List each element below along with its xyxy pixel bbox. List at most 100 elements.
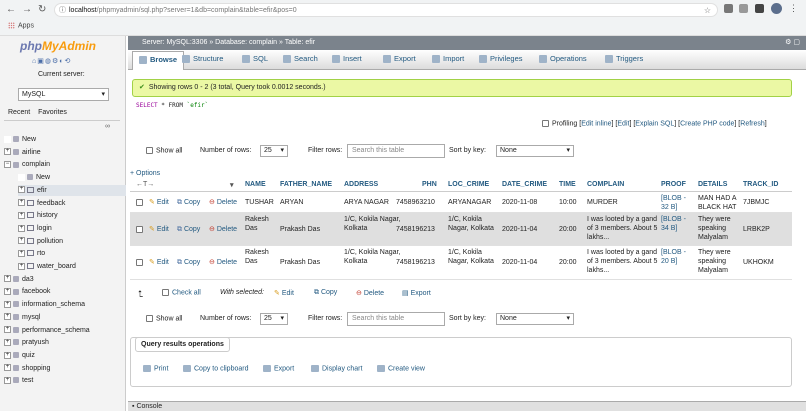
show-all-checkbox[interactable] xyxy=(146,147,153,154)
tab-browse[interactable]: Browse xyxy=(132,51,185,70)
tab-insert[interactable]: Insert xyxy=(332,54,362,64)
forward-icon[interactable]: → xyxy=(22,4,32,15)
filter-rows-input[interactable]: Search this table xyxy=(347,144,445,158)
sidebar-quick-icons[interactable]: ⌂▣◍⚙◐⟲ xyxy=(32,57,71,65)
row-edit-button[interactable]: ✎ Edit xyxy=(149,225,169,234)
col-header-date-crime[interactable]: DATE_CRIME xyxy=(502,181,547,188)
filter-rows-input[interactable]: Search this table xyxy=(347,312,445,326)
row-edit-button[interactable]: ✎ Edit xyxy=(149,198,169,207)
bulk-export-button[interactable]: ▤ Export xyxy=(402,289,431,297)
edit-link[interactable]: Edit xyxy=(617,120,629,127)
sort-by-key-select[interactable]: None ▾ xyxy=(496,145,574,157)
expand-icon[interactable]: + xyxy=(4,338,11,346)
tab-structure[interactable]: Structure xyxy=(182,54,223,64)
profile-avatar[interactable] xyxy=(771,3,782,14)
sidebar-tree-item[interactable]: + test xyxy=(4,375,126,386)
col-header-proof[interactable]: PROOF xyxy=(661,181,686,188)
bulk-copy-button[interactable]: ⧉ Copy xyxy=(314,289,337,297)
row-copy-button[interactable]: ⧉ Copy xyxy=(177,225,200,234)
settings-icon[interactable]: ⚙ ▢ xyxy=(785,36,800,50)
expand-icon[interactable]: + xyxy=(4,326,11,334)
col-header-complain[interactable]: COMPLAIN xyxy=(587,181,624,188)
expand-icon[interactable]: + xyxy=(4,300,11,308)
sidebar-tree-item[interactable]: + performance_schema xyxy=(4,325,126,336)
check-all-checkbox[interactable] xyxy=(162,289,169,296)
col-header-details[interactable]: DETAILS xyxy=(698,181,727,188)
reload-icon[interactable]: ↻ xyxy=(38,4,46,15)
print-button[interactable]: Print xyxy=(143,365,168,372)
row-delete-button[interactable]: ⊖ Delete xyxy=(209,198,237,207)
apps-bookmark[interactable]: Apps xyxy=(8,22,34,29)
expand-icon[interactable]: + xyxy=(4,288,11,296)
link-icon[interactable]: ∞ xyxy=(105,123,110,130)
col-header-track-id[interactable]: TRACK_ID xyxy=(743,181,778,188)
cell-proof-blob[interactable]: [BLOB - 32 B] xyxy=(661,194,695,212)
col-header-loc-crime[interactable]: LOC_CRIME xyxy=(448,181,489,188)
expand-icon[interactable]: + xyxy=(18,211,25,219)
sidebar-tree-item[interactable]: + pratyush xyxy=(4,337,126,348)
expand-icon[interactable]: + xyxy=(18,262,25,270)
bulk-delete-button[interactable]: ⊖ Delete xyxy=(356,289,384,297)
row-delete-button[interactable]: ⊖ Delete xyxy=(209,258,237,267)
expand-icon[interactable]: + xyxy=(18,237,25,245)
menu-kebab-icon[interactable]: ⋮ xyxy=(789,3,798,14)
puzzle-icon[interactable] xyxy=(755,4,764,13)
row-delete-button[interactable]: ⊖ Delete xyxy=(209,225,237,234)
sidebar-tree-item[interactable]: + da3 xyxy=(4,274,126,285)
sidebar-tree-item[interactable]: + history xyxy=(18,210,126,221)
back-icon[interactable]: ← xyxy=(6,4,16,15)
sort-caret-icon[interactable]: ▾ xyxy=(230,181,234,189)
explain-sql-link[interactable]: Explain SQL xyxy=(635,120,674,127)
expand-icon[interactable]: + xyxy=(4,148,11,156)
check-all-toggle[interactable]: Check all xyxy=(162,289,201,296)
tab-triggers[interactable]: Triggers xyxy=(605,54,643,64)
expand-icon[interactable]: + xyxy=(18,186,25,194)
sidebar-tree-item[interactable]: New xyxy=(4,134,126,145)
tab-import[interactable]: Import xyxy=(432,54,464,64)
bulk-edit-button[interactable]: ✎ Edit xyxy=(274,289,294,297)
row-edit-button[interactable]: ✎ Edit xyxy=(149,258,169,267)
expand-icon[interactable]: + xyxy=(4,275,11,283)
breadcrumb-server[interactable]: Server: MySQL:3306 xyxy=(142,39,207,46)
expand-icon[interactable]: + xyxy=(18,249,25,257)
show-all-checkbox[interactable] xyxy=(146,315,153,322)
extension-icon[interactable] xyxy=(739,4,748,13)
export-button[interactable]: Export xyxy=(263,365,294,372)
edit-inline-link[interactable]: Edit inline xyxy=(581,120,611,127)
row-checkbox[interactable] xyxy=(136,225,143,233)
server-select[interactable]: MySQL ▾ xyxy=(18,88,109,101)
cell-proof-blob[interactable]: [BLOB - 20 B] xyxy=(661,248,695,266)
create-php-link[interactable]: Create PHP code xyxy=(680,120,734,127)
copy-clipboard-button[interactable]: Copy to clipboard xyxy=(183,365,248,372)
expand-icon[interactable]: + xyxy=(18,224,25,232)
sidebar-tree-item[interactable]: + mysql xyxy=(4,312,126,323)
row-checkbox[interactable] xyxy=(136,259,143,266)
num-rows-select[interactable]: 25 ▾ xyxy=(260,145,288,157)
tab-privileges[interactable]: Privileges xyxy=(479,54,523,64)
sidebar-tree-item[interactable]: + login xyxy=(18,223,126,234)
col-header-name[interactable]: NAME xyxy=(245,181,266,188)
sidebar-tree-item[interactable]: + feedback xyxy=(18,198,126,209)
console-bar[interactable]: ▪ Console xyxy=(128,401,806,411)
expand-icon[interactable]: + xyxy=(4,313,11,321)
sort-by-key-select[interactable]: None ▾ xyxy=(496,313,574,325)
address-bar[interactable]: ⓘ localhost/phpmyadmin/sql.php?server=1&… xyxy=(54,3,718,17)
col-header-time[interactable]: TIME xyxy=(559,181,576,188)
row-copy-button[interactable]: ⧉ Copy xyxy=(177,258,200,267)
tab-search[interactable]: Search xyxy=(283,54,318,64)
profiling-checkbox[interactable] xyxy=(542,120,549,127)
col-header-address[interactable]: ADDRESS xyxy=(344,181,378,188)
tab-operations[interactable]: Operations xyxy=(539,54,587,64)
expand-icon[interactable]: + xyxy=(4,364,11,372)
show-all-toggle[interactable]: Show all xyxy=(146,315,182,322)
expand-icon[interactable]: − xyxy=(4,161,11,169)
sidebar-tree-item[interactable]: − complain xyxy=(4,159,126,170)
expand-icon[interactable]: + xyxy=(4,376,11,384)
bookmark-star-icon[interactable]: ☆ xyxy=(704,4,711,17)
sidebar-tree-item[interactable]: + shopping xyxy=(4,363,126,374)
sidebar-tree-item[interactable]: + information_schema xyxy=(4,299,126,310)
breadcrumb-database[interactable]: Database: complain xyxy=(215,39,277,46)
refresh-link[interactable]: Refresh xyxy=(740,120,765,127)
extension-icon[interactable] xyxy=(724,4,733,13)
column-resize-arrows-icon[interactable]: ←T→ xyxy=(136,181,154,188)
